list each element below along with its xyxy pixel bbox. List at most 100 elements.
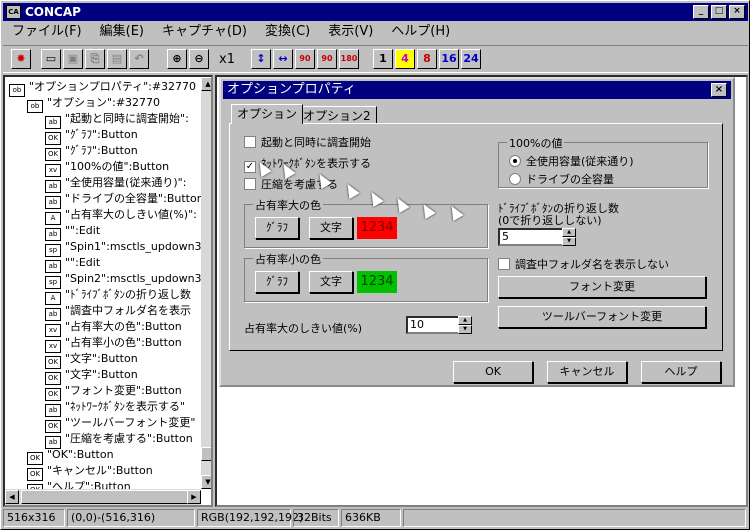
hscroll-thumb[interactable] [21, 490, 191, 504]
control-type-icon: ab [45, 116, 61, 129]
tree-item[interactable]: OK "ｸﾞﾗﾌ":Button [45, 143, 138, 161]
zoom-in-icon[interactable]: ⊕ [167, 49, 187, 69]
tree-item[interactable]: xv "占有率大の色":Button [45, 319, 182, 337]
rotate-neg90-icon[interactable]: 90 [317, 49, 337, 69]
minimize-button[interactable]: _ [693, 5, 709, 19]
tree-item[interactable]: xv "100%の値":Button [45, 159, 169, 177]
tab-option[interactable]: オプション [231, 104, 304, 124]
zoom-out-icon[interactable]: ⊖ [189, 49, 209, 69]
menu-convert[interactable]: 変換(C) [256, 22, 319, 42]
spin-down-icon[interactable]: ▼ [562, 237, 576, 246]
tree-item-label: "文字":Button [65, 368, 138, 381]
tree-vertical-scrollbar[interactable]: ▲ ▼ [201, 77, 211, 489]
color-16bit-icon[interactable]: 16 [439, 49, 459, 69]
paste-icon[interactable]: ▤ [107, 49, 127, 69]
copy-icon[interactable]: ⎘ [85, 49, 105, 69]
threshold-input[interactable]: 10 [406, 316, 460, 334]
tree-item[interactable]: ob "オプション":#32770 [27, 95, 160, 113]
tree-item[interactable]: ob "オプションプロパティ":#32770 [9, 79, 196, 97]
spin-up-icon[interactable]: ▲ [562, 228, 576, 237]
control-type-icon: ab [45, 260, 61, 273]
control-type-icon: sp [45, 276, 61, 289]
tree-item[interactable]: OK "キャンセル":Button [27, 463, 153, 481]
tree-item[interactable]: ab "ドライブの全容量":Button [45, 191, 204, 209]
scroll-thumb[interactable] [201, 447, 211, 461]
tree-item[interactable]: A "占有率大のしきい値(%)": [45, 207, 197, 225]
undo-icon[interactable]: ↶ [129, 49, 149, 69]
full-used-radio[interactable]: 全使用容量(従来通り) [509, 153, 634, 169]
tab-option2[interactable]: オプション2 [297, 106, 377, 124]
menu-file[interactable]: ファイル(F) [3, 22, 91, 42]
control-type-icon: ab [45, 228, 61, 241]
tree-item[interactable]: OK "ツールバーフォント変更" [45, 415, 195, 433]
tree-item[interactable]: OK "文字":Button [45, 367, 138, 385]
control-type-icon: A [45, 292, 61, 305]
tree-item[interactable]: ab "圧縮を考慮する":Button [45, 431, 193, 449]
scroll-left-icon[interactable]: ◀ [5, 490, 19, 504]
font-change-button[interactable]: フォント変更 [498, 276, 706, 298]
tree-item[interactable]: ab "起動と同時に調査開始": [45, 111, 189, 129]
tree-item-label: "占有率大のしきい値(%)": [65, 208, 197, 221]
menu-view[interactable]: 表示(V) [319, 22, 382, 42]
tree-item[interactable]: ab "調査中フォルダ名を表示 [45, 303, 191, 321]
spin-up-icon[interactable]: ▲ [458, 316, 472, 325]
control-type-icon: OK [45, 148, 61, 161]
tree-item-label: "ﾄﾞﾗｲﾌﾞﾎﾞﾀﾝの折り返し数 [65, 288, 192, 301]
close-button[interactable]: × [729, 5, 745, 19]
large-text-button[interactable]: 文字 [309, 217, 353, 239]
tree-item[interactable]: OK "ｸﾞﾗﾌ":Button [45, 127, 138, 145]
large-graph-button[interactable]: ｸﾞﾗﾌ [255, 217, 299, 239]
menu-help[interactable]: ヘルプ(H) [382, 22, 459, 42]
spin-down-icon[interactable]: ▼ [458, 325, 472, 334]
flip-vertical-icon[interactable]: ↕ [251, 49, 271, 69]
cancel-button[interactable]: キャンセル [547, 361, 627, 383]
tree-item[interactable]: sp "Spin1":msctls_updown32 [45, 239, 209, 257]
main-window: CA CONCAP _ □ × ファイル(F) 編集(E) キャプチャ(D) 変… [0, 0, 750, 530]
scroll-down-icon[interactable]: ▼ [201, 475, 211, 489]
rotate-180-icon[interactable]: 180 [339, 49, 359, 69]
tree-item[interactable]: ab "ﾈｯﾄﾜｰｸﾎﾞﾀﾝを表示する" [45, 399, 185, 417]
tree-item[interactable]: ab "":Edit [45, 255, 100, 273]
flip-horizontal-icon[interactable]: ↔ [273, 49, 293, 69]
start-scan-checkbox[interactable]: 起動と同時に調査開始 [244, 134, 371, 150]
scroll-right-icon[interactable]: ▶ [187, 490, 201, 504]
tree-horizontal-scrollbar[interactable]: ◀ ▶ [5, 489, 201, 505]
dialog-close-icon[interactable]: × [711, 83, 727, 97]
color-8bit-icon[interactable]: 8 [417, 49, 437, 69]
title-bar[interactable]: CA CONCAP _ □ × [3, 3, 748, 21]
maximize-button[interactable]: □ [711, 5, 727, 19]
tree-item-label: "":Edit [65, 224, 101, 237]
large-color-label: 占有率大の色 [253, 197, 323, 213]
small-text-button[interactable]: 文字 [309, 271, 353, 293]
color-1bit-icon[interactable]: 1 [373, 49, 393, 69]
ok-button[interactable]: OK [453, 361, 533, 383]
ok-icon[interactable]: ▣ [63, 49, 83, 69]
window-icon[interactable]: ▭ [41, 49, 61, 69]
help-button[interactable]: ヘルプ [641, 361, 721, 383]
control-type-icon: OK [45, 132, 61, 145]
wrap-spinner[interactable]: ▲ ▼ [562, 228, 576, 246]
tree-item[interactable]: OK "フォント変更":Button [45, 383, 182, 401]
small-graph-button[interactable]: ｸﾞﾗﾌ [255, 271, 299, 293]
scroll-up-icon[interactable]: ▲ [201, 77, 211, 91]
color-4bit-icon[interactable]: 4 [395, 49, 415, 69]
drive-capacity-radio[interactable]: ドライブの全容量 [509, 171, 614, 187]
wrap-input[interactable]: 5 [498, 228, 564, 246]
show-folder-checkbox[interactable]: 調査中フォルダ名を表示しない [498, 256, 669, 272]
tree-item[interactable]: xv "占有率小の色":Button [45, 335, 182, 353]
menu-edit[interactable]: 編集(E) [91, 22, 153, 42]
menu-capture[interactable]: キャプチャ(D) [153, 22, 256, 42]
tree-item[interactable]: OK "OK":Button [27, 447, 114, 465]
tree-item[interactable]: sp "Spin2":msctls_updown32 [45, 271, 209, 289]
tree-item[interactable]: ab "全使用容量(従来通り)": [45, 175, 186, 193]
threshold-spinner[interactable]: ▲ ▼ [458, 316, 472, 334]
tree-item[interactable]: A "ﾄﾞﾗｲﾌﾞﾎﾞﾀﾝの折り返し数 [45, 287, 192, 305]
tree-item[interactable]: ab "":Edit [45, 223, 101, 241]
tree-item[interactable]: OK "文字":Button [45, 351, 138, 369]
control-type-icon: ab [45, 436, 61, 449]
color-24bit-icon[interactable]: 24 [461, 49, 481, 69]
toolbar-font-button[interactable]: ツールバーフォント変更 [498, 306, 706, 328]
window-tree[interactable]: OK"ヘルプ":ButtonOK"キャンセル":ButtonOK"OK":But… [3, 75, 213, 507]
capture-icon[interactable]: ✸ [11, 49, 31, 69]
rotate-90-icon[interactable]: 90 [295, 49, 315, 69]
